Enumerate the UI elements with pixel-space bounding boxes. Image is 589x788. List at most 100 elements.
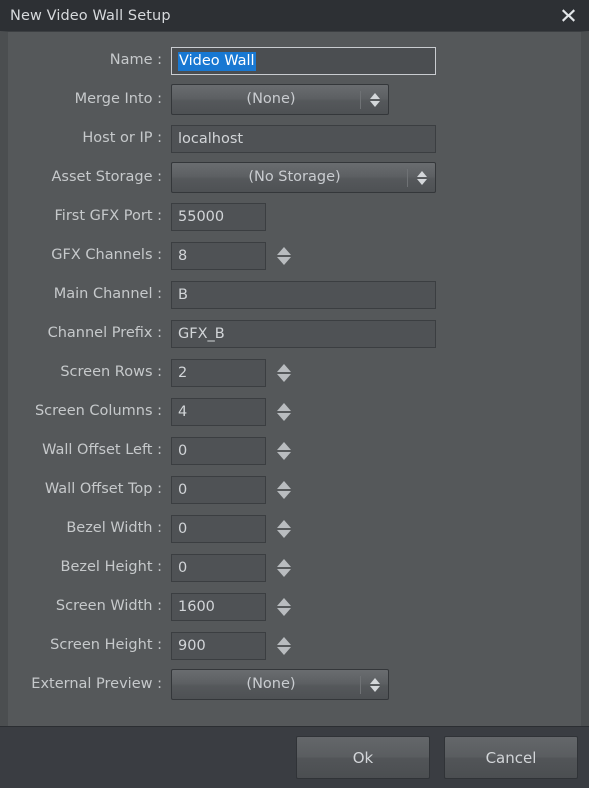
control-wrap-merge-into: (None) (171, 84, 581, 115)
spinner-arrows-screen-width[interactable] (274, 593, 294, 621)
control-wrap-bezel-width: 0 (171, 514, 581, 543)
label-screen-height: Screen Height : (50, 637, 162, 654)
form-row-screen-height: Screen Height : 900 (8, 626, 581, 665)
spinner-up-icon[interactable] (277, 363, 291, 372)
spinbox-input-bezel-height[interactable]: 0 (171, 553, 266, 582)
combobox-separator (360, 676, 361, 694)
spinbox-input-wall-offset-top[interactable]: 0 (171, 475, 266, 504)
form-row-wall-offset-top: Wall Offset Top : 0 (8, 470, 581, 509)
spinner-up-icon[interactable] (277, 636, 291, 645)
control-wrap-screen-height: 900 (171, 631, 581, 660)
label-name: Name : (109, 52, 162, 69)
combobox-value-asset-storage: (No Storage) (248, 169, 341, 186)
text-input-main-channel[interactable]: B (171, 280, 436, 309)
form-row-host-or-ip: Host or IP : localhost (8, 119, 581, 158)
spinbox-input-screen-width[interactable]: 1600 (171, 592, 266, 621)
spinner-arrows-wall-offset-left[interactable] (274, 437, 294, 465)
control-wrap-gfx-channels: 8 (171, 241, 581, 270)
title-bar: New Video Wall Setup (0, 0, 589, 31)
form-row-asset-storage: Asset Storage : (No Storage) (8, 158, 581, 197)
combobox-asset-storage[interactable]: (No Storage) (171, 162, 436, 193)
spinner-arrows-bezel-width[interactable] (274, 515, 294, 543)
spinner-up-icon[interactable] (277, 402, 291, 411)
form-row-screen-width: Screen Width : 1600 (8, 587, 581, 626)
ok-button[interactable]: Ok (296, 736, 430, 779)
spinner-up-icon[interactable] (277, 480, 291, 489)
combobox-value-merge-into: (None) (246, 91, 296, 108)
spinner-down-icon[interactable] (277, 529, 291, 538)
spinner-up-icon[interactable] (277, 246, 291, 255)
spinner-arrows-screen-height[interactable] (274, 632, 294, 660)
spinner-up-icon[interactable] (277, 441, 291, 450)
text-input-channel-prefix[interactable]: GFX_B (171, 319, 436, 348)
spinner-down-icon[interactable] (277, 451, 291, 460)
control-wrap-asset-storage: (No Storage) (171, 162, 581, 193)
label-bezel-width: Bezel Width : (66, 520, 162, 537)
spinner-down-icon[interactable] (277, 490, 291, 499)
control-wrap-screen-rows: 2 (171, 358, 581, 387)
label-merge-into: Merge Into : (74, 91, 162, 108)
control-wrap-wall-offset-top: 0 (171, 475, 581, 504)
spinner-arrows-screen-columns[interactable] (274, 398, 294, 426)
label-wall-offset-top: Wall Offset Top : (44, 481, 162, 498)
spinbox-input-screen-columns[interactable]: 4 (171, 397, 266, 426)
form-row-screen-rows: Screen Rows : 2 (8, 353, 581, 392)
label-wall-offset-left: Wall Offset Left : (42, 442, 162, 459)
cancel-button[interactable]: Cancel (444, 736, 578, 779)
text-input-host-or-ip[interactable]: localhost (171, 124, 436, 153)
label-main-channel: Main Channel : (53, 286, 162, 303)
combobox-value-external-preview: (None) (246, 676, 296, 693)
spinner-arrows-bezel-height[interactable] (274, 554, 294, 582)
text-input-value-wrap: Video Wall (172, 48, 261, 74)
chevron-up-down-icon[interactable] (370, 92, 380, 107)
spinner-arrows-screen-rows[interactable] (274, 359, 294, 387)
combobox-merge-into[interactable]: (None) (171, 84, 389, 115)
chevron-up-down-icon[interactable] (370, 677, 380, 692)
spinner-arrows-wall-offset-top[interactable] (274, 476, 294, 504)
form-row-bezel-height: Bezel Height : 0 (8, 548, 581, 587)
text-input-name[interactable]: Video Wall (171, 46, 436, 75)
spinner-arrows-gfx-channels[interactable] (274, 242, 294, 270)
control-wrap-wall-offset-left: 0 (171, 436, 581, 465)
spinner-up-icon[interactable] (277, 558, 291, 567)
control-wrap-main-channel: B (171, 280, 581, 309)
spinner-down-icon[interactable] (277, 568, 291, 577)
spinbox-input-screen-rows[interactable]: 2 (171, 358, 266, 387)
spinbox-input-bezel-width[interactable]: 0 (171, 514, 266, 543)
new-video-wall-setup-dialog: New Video Wall Setup Name : Video Wall Mer… (0, 0, 589, 788)
spinner-down-icon[interactable] (277, 256, 291, 265)
label-first-gfx-port: First GFX Port : (54, 208, 162, 225)
combobox-separator (407, 169, 408, 187)
form-row-bezel-width: Bezel Width : 0 (8, 509, 581, 548)
control-wrap-host-or-ip: localhost (171, 124, 581, 153)
label-gfx-channels: GFX Channels : (51, 247, 162, 264)
form-row-main-channel: Main Channel : B (8, 275, 581, 314)
label-screen-columns: Screen Columns : (34, 403, 162, 420)
spinner-down-icon[interactable] (277, 373, 291, 382)
spinbox-input-screen-height[interactable]: 900 (171, 631, 266, 660)
spinner-down-icon[interactable] (277, 646, 291, 655)
text-input-first-gfx-port[interactable]: 55000 (171, 202, 266, 231)
spinner-up-icon[interactable] (277, 519, 291, 528)
combobox-external-preview[interactable]: (None) (171, 669, 389, 700)
form-row-gfx-channels: GFX Channels : 8 (8, 236, 581, 275)
settings-form: Name : Video Wall Merge Into : (None) Host o… (8, 32, 581, 704)
close-icon[interactable] (556, 4, 580, 28)
spinner-up-icon[interactable] (277, 597, 291, 606)
control-wrap-first-gfx-port: 55000 (171, 202, 581, 231)
control-wrap-channel-prefix: GFX_B (171, 319, 581, 348)
label-screen-width: Screen Width : (55, 598, 162, 615)
spinbox-input-wall-offset-left[interactable]: 0 (171, 436, 266, 465)
control-wrap-name: Video Wall (171, 46, 581, 75)
spinbox-input-gfx-channels[interactable]: 8 (171, 241, 266, 270)
text-input-value-name: Video Wall (178, 51, 256, 71)
control-wrap-external-preview: (None) (171, 669, 581, 700)
chevron-up-down-icon[interactable] (417, 170, 427, 185)
spinner-down-icon[interactable] (277, 412, 291, 421)
spinner-down-icon[interactable] (277, 607, 291, 616)
label-bezel-height: Bezel Height : (60, 559, 162, 576)
form-row-screen-columns: Screen Columns : 4 (8, 392, 581, 431)
form-row-wall-offset-left: Wall Offset Left : 0 (8, 431, 581, 470)
window-title: New Video Wall Setup (10, 7, 171, 24)
control-wrap-bezel-height: 0 (171, 553, 581, 582)
